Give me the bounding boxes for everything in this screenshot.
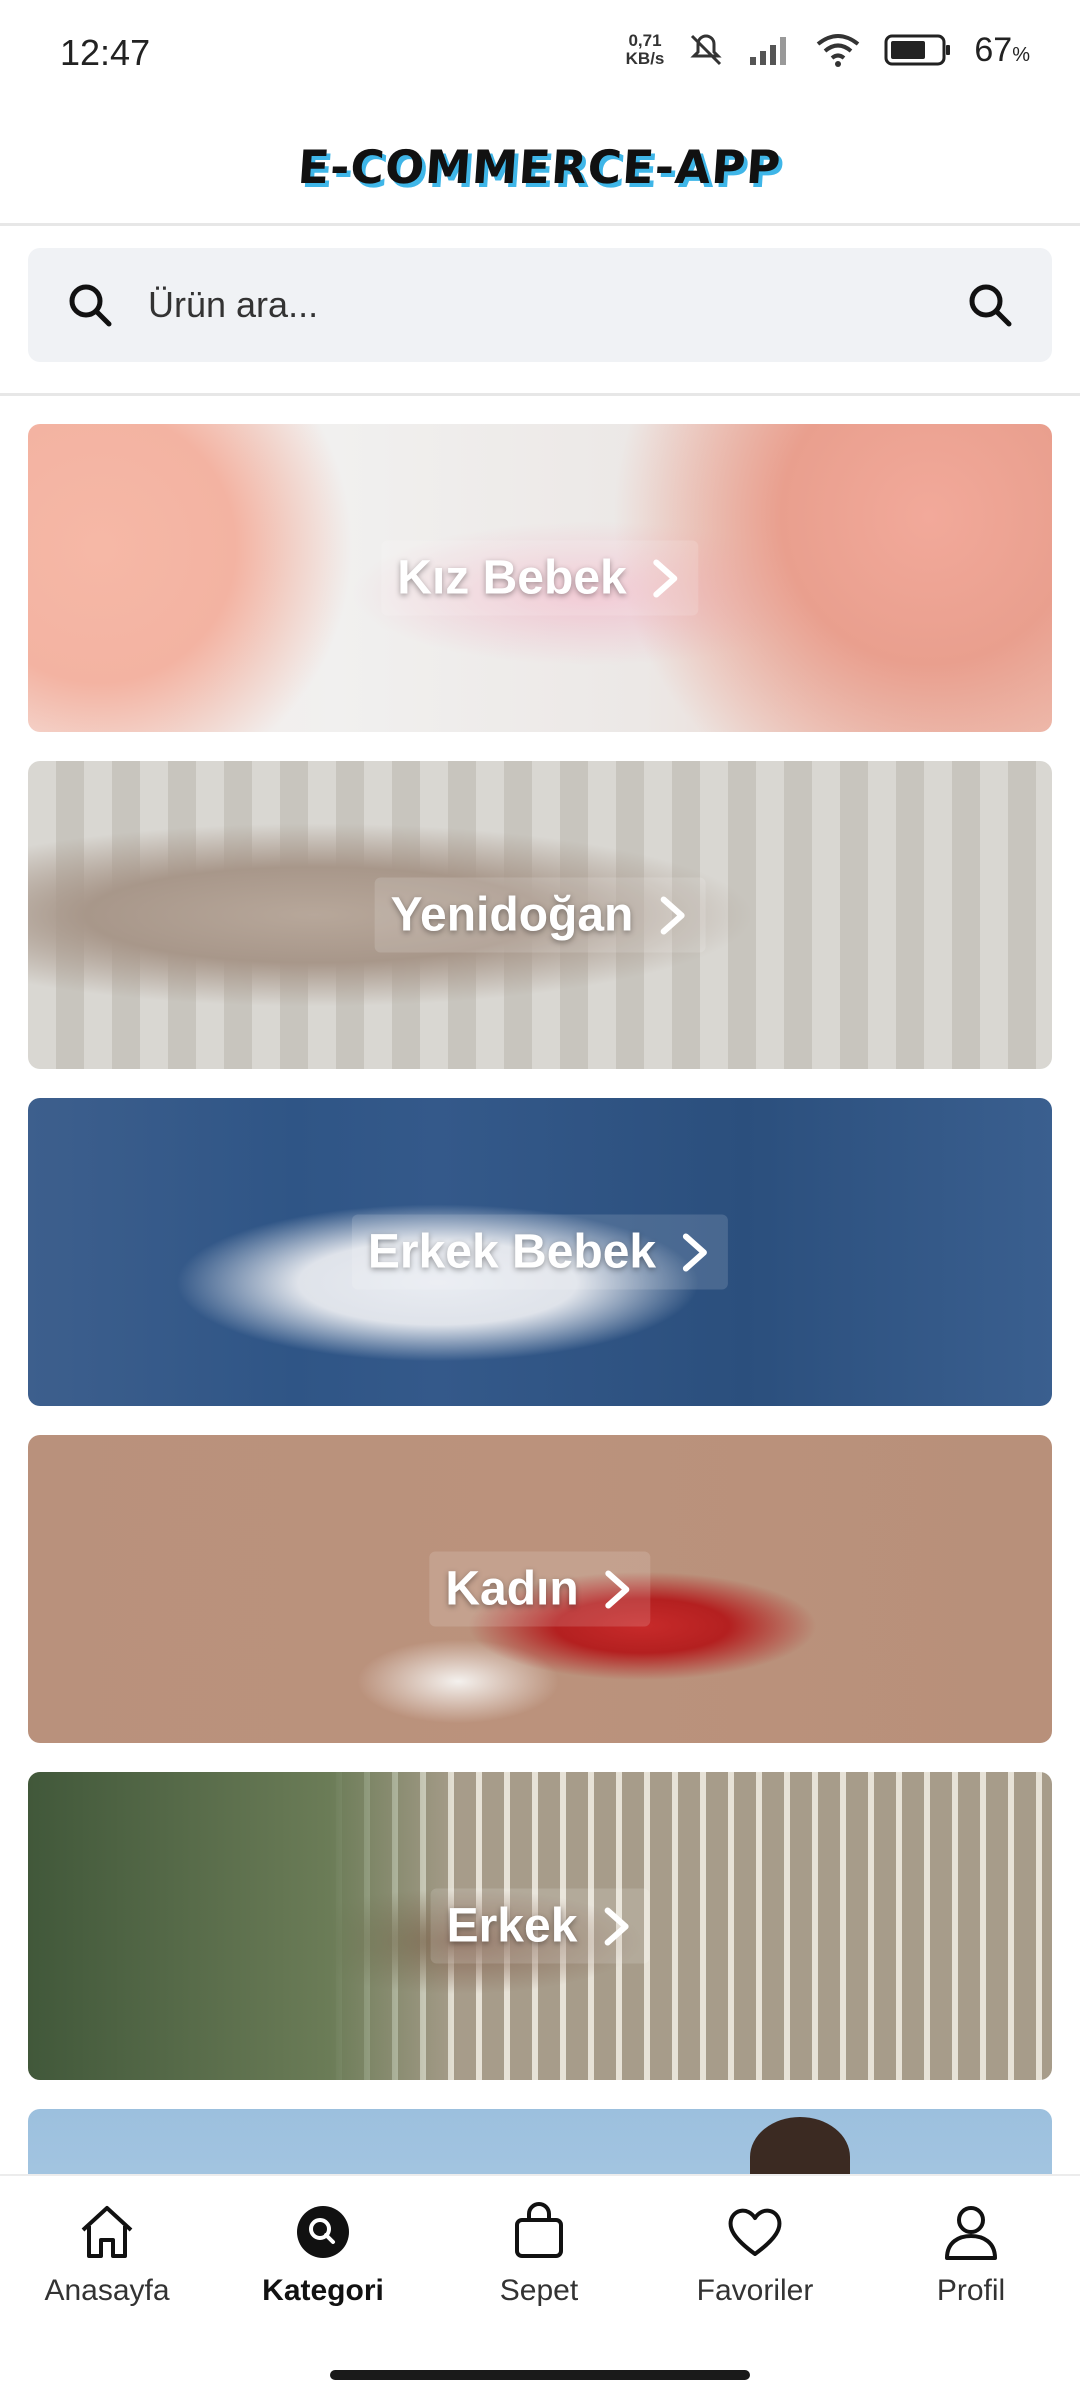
category-card-kadin[interactable]: Kadın: [28, 1435, 1052, 1743]
category-title: Kadın: [445, 1562, 579, 1616]
search-section: [0, 226, 1080, 396]
category-title: Kız Bebek: [397, 551, 627, 605]
nav-item-anasayfa[interactable]: Anasayfa: [7, 2200, 207, 2320]
battery-icon: [884, 34, 951, 66]
category-label: Erkek Bebek: [351, 1214, 729, 1290]
nav-item-favoriler[interactable]: Favoriler: [655, 2200, 855, 2320]
category-label: Kız Bebek: [381, 540, 699, 616]
network-speed-value: 0,71: [628, 31, 662, 50]
battery-percent: 67%: [974, 30, 1030, 69]
search-submit-icon[interactable]: [966, 281, 1014, 329]
home-icon: [81, 2206, 133, 2258]
chevron-right-icon: [683, 1233, 708, 1271]
chevron-right-icon: [653, 559, 678, 597]
signal-icon: [750, 37, 787, 65]
status-icons: 0,71 KB/s 67%: [626, 30, 1030, 70]
category-title: Erkek: [446, 1899, 578, 1953]
chevron-right-icon: [660, 896, 685, 934]
home-indicator[interactable]: [330, 2370, 750, 2380]
category-card-erkek[interactable]: Erkek: [28, 1772, 1052, 2080]
app-header: E-COMMERCE-APP: [0, 110, 1080, 226]
category-card-partial[interactable]: [28, 2109, 1052, 2174]
category-card-kiz-bebek[interactable]: Kız Bebek: [28, 424, 1052, 732]
category-title: Erkek Bebek: [367, 1225, 657, 1279]
category-card-yenidogan[interactable]: Yenidoğan: [28, 761, 1052, 1069]
search-bar[interactable]: [28, 248, 1052, 362]
wifi-icon: [817, 34, 860, 67]
nav-label: Favoriler: [696, 2274, 814, 2307]
search-icon: [69, 284, 112, 327]
nav-label: Kategori: [262, 2274, 384, 2307]
category-list: Kız Bebek Yenidoğan Erkek Bebek Kadın Er…: [0, 420, 1080, 2174]
nav-label: Anasayfa: [44, 2274, 170, 2307]
user-icon: [945, 2206, 997, 2260]
status-time: 12:47: [60, 32, 151, 73]
mute-icon: [690, 34, 722, 66]
nav-item-kategori[interactable]: Kategori: [223, 2200, 423, 2320]
category-search-icon: [297, 2206, 349, 2258]
category-card-erkek-bebek[interactable]: Erkek Bebek: [28, 1098, 1052, 1406]
network-speed: 0,71 KB/s: [626, 32, 665, 68]
chevron-right-icon: [605, 1570, 630, 1608]
category-label: Erkek: [430, 1888, 650, 1964]
search-input[interactable]: [148, 248, 948, 362]
nav-item-profil[interactable]: Profil: [871, 2200, 1071, 2320]
category-label: Yenidoğan: [374, 877, 706, 953]
status-bar: 12:47 0,71 KB/s 67%: [0, 0, 1080, 110]
nav-item-sepet[interactable]: Sepet: [439, 2200, 639, 2320]
bottom-nav: Anasayfa Kategori Sepet Favoriler Profil: [0, 2174, 1080, 2400]
network-speed-unit: KB/s: [625, 49, 665, 68]
category-label: Kadın: [429, 1551, 651, 1627]
nav-label: Profil: [936, 2274, 1006, 2307]
category-title: Yenidoğan: [390, 888, 634, 942]
app-logo: E-COMMERCE-APP: [296, 139, 784, 194]
nav-label: Sepet: [499, 2274, 579, 2307]
chevron-right-icon: [604, 1907, 629, 1945]
bag-icon: [515, 2202, 563, 2258]
heart-icon: [728, 2208, 782, 2256]
